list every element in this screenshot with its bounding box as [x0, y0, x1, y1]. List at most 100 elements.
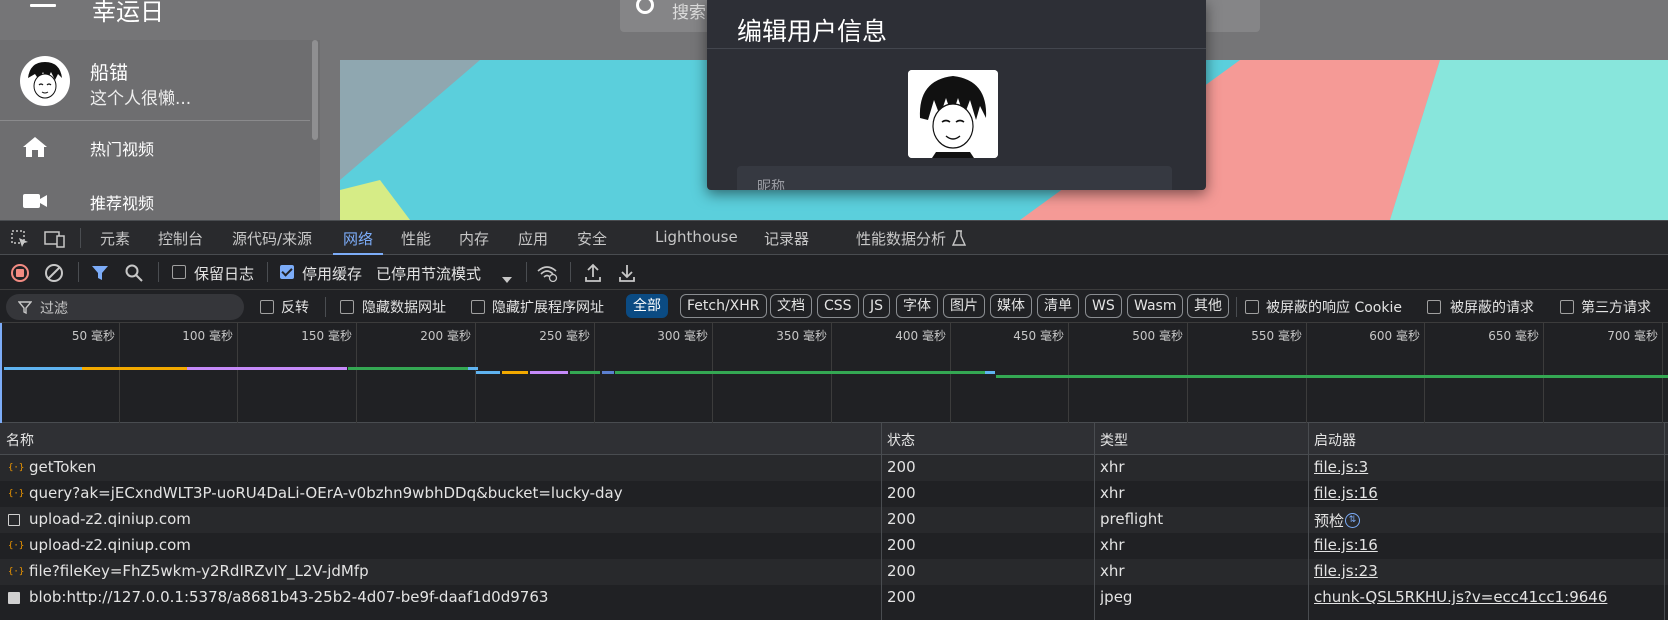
app-title: 幸运日	[92, 0, 164, 26]
filter-icon[interactable]	[91, 264, 109, 286]
search-icon[interactable]	[125, 264, 143, 286]
table-row[interactable]: blob:http://127.0.0.1:5378/a8681b43-25b2…	[0, 585, 1668, 611]
filter-chip-font[interactable]: 字体	[896, 294, 938, 318]
image-icon	[8, 592, 20, 604]
stop-recording-icon[interactable]	[10, 263, 30, 287]
user-signature: 这个人很懒...	[90, 89, 192, 109]
timeline-tick-label: 400 毫秒	[895, 329, 946, 343]
device-toolbar-icon[interactable]	[44, 229, 66, 253]
hide-data-urls-checkbox[interactable]	[340, 300, 354, 314]
filter-chip-ws[interactable]: WS	[1085, 294, 1122, 318]
table-row[interactable]: {·} getToken 200 xhr file.js:3	[0, 455, 1668, 481]
network-conditions-icon[interactable]	[536, 264, 558, 286]
blocked-cookies-label: 被屏蔽的响应 Cookie	[1266, 300, 1402, 316]
timeline-gridline	[1068, 323, 1069, 423]
blocked-requests-checkbox[interactable]	[1427, 300, 1441, 314]
filter-chip-doc[interactable]: 文档	[770, 294, 812, 318]
divider	[80, 228, 81, 248]
column-name[interactable]: 名称	[6, 430, 34, 450]
sidebar-item-hot-videos[interactable]: 热门视频	[0, 126, 310, 166]
nickname-field[interactable]: 昵称	[737, 166, 1172, 190]
column-type[interactable]: 类型	[1100, 430, 1128, 450]
edit-user-dialog: 编辑用户信息 昵称	[707, 0, 1206, 190]
hide-extension-urls-checkbox[interactable]	[471, 300, 485, 314]
avatar[interactable]	[20, 56, 70, 106]
filter-funnel-icon	[17, 300, 33, 319]
preserve-log-checkbox[interactable]	[172, 265, 186, 279]
import-har-icon[interactable]	[584, 263, 602, 287]
network-overview-timeline[interactable]: 50 毫秒 100 毫秒 150 毫秒 200 毫秒 250 毫秒 300 毫秒 350 毫…	[0, 323, 1668, 423]
request-status: 200	[887, 562, 916, 580]
filter-chip-media[interactable]: 媒体	[990, 294, 1032, 318]
menu-icon[interactable]	[30, 0, 56, 10]
avatar-upload[interactable]	[908, 70, 998, 158]
request-type: xhr	[1100, 536, 1125, 554]
tab-network[interactable]: 网络	[343, 228, 373, 249]
request-type: preflight	[1100, 510, 1164, 528]
timeline-tick-label: 100 毫秒	[182, 329, 233, 343]
timeline-gridline	[1424, 323, 1425, 423]
sidebar: 船锚 这个人很懒... 热门视频 推荐视频	[0, 40, 320, 220]
filter-chip-other[interactable]: 其他	[1187, 294, 1229, 318]
request-initiator[interactable]: file.js:16	[1314, 536, 1664, 554]
preflight-info-icon[interactable]: ⇅	[1345, 513, 1360, 528]
request-initiator[interactable]: file.js:16	[1314, 484, 1664, 502]
network-request-table: 名称 状态 类型 启动器 {·} getToken 200 xhr file.js:3{…	[0, 423, 1668, 620]
timeline-tick-label: 650 毫秒	[1488, 329, 1539, 343]
request-type: xhr	[1100, 562, 1125, 580]
video-camera-icon	[22, 190, 48, 212]
tab-performance[interactable]: 性能	[401, 228, 431, 249]
timeline-tick-label: 550 毫秒	[1251, 329, 1302, 343]
divider	[707, 48, 1206, 49]
clear-icon[interactable]	[44, 263, 64, 287]
filter-input[interactable]: 过滤	[6, 294, 244, 320]
invert-checkbox[interactable]	[260, 300, 274, 314]
table-row[interactable]: upload-z2.qiniup.com 200 preflight 预检 ⇅	[0, 507, 1668, 533]
tab-security[interactable]: 安全	[577, 228, 607, 249]
waterfall-bar	[530, 371, 568, 374]
request-initiator: 预检	[1314, 512, 1345, 530]
chevron-down-icon[interactable]	[501, 269, 513, 288]
request-status: 200	[887, 536, 916, 554]
divider	[325, 297, 326, 317]
column-initiator[interactable]: 启动器	[1314, 430, 1356, 450]
table-row[interactable]: {·} file?fileKey=FhZ5wkm-y2RdIRZvIY_L2V-j…	[0, 559, 1668, 585]
filter-chip-manifest[interactable]: 清单	[1037, 294, 1079, 318]
network-toolbar: 保留日志 停用缓存 已停用节流模式	[0, 255, 1668, 290]
throttling-select[interactable]: 已停用节流模式	[376, 263, 481, 284]
filter-bar: 过滤 反转 隐藏数据网址 隐藏扩展程序网址 全部 Fetch/XHR 文档 CS…	[0, 290, 1668, 323]
tab-lighthouse[interactable]: Lighthouse	[655, 228, 738, 246]
request-status: 200	[887, 588, 916, 606]
tab-elements[interactable]: 元素	[100, 228, 130, 249]
filter-chip-img[interactable]: 图片	[943, 294, 985, 318]
request-initiator[interactable]: file.js:23	[1314, 562, 1664, 580]
third-party-checkbox[interactable]	[1560, 300, 1574, 314]
filter-chip-css[interactable]: CSS	[817, 294, 859, 318]
tab-performance-insights[interactable]: 性能数据分析	[856, 228, 946, 249]
sidebar-item-recommended-videos[interactable]: 推荐视频	[0, 180, 310, 220]
waterfall-bar	[985, 371, 995, 374]
disable-cache-checkbox[interactable]	[280, 265, 294, 279]
sidebar-scrollbar[interactable]	[312, 40, 318, 140]
inspect-element-icon[interactable]	[10, 229, 30, 253]
tab-recorder[interactable]: 记录器	[764, 228, 809, 249]
request-status: 200	[887, 510, 916, 528]
tab-console[interactable]: 控制台	[158, 228, 203, 249]
table-row[interactable]: {·} query?ak=jECxndWLT3P-uoRU4DaLi-OErA-v…	[0, 481, 1668, 507]
filter-chip-fetch-xhr[interactable]: Fetch/XHR	[680, 294, 767, 318]
table-row[interactable]: {·} upload-z2.qiniup.com 200 xhr file.js:16	[0, 533, 1668, 559]
column-status[interactable]: 状态	[887, 430, 915, 450]
request-initiator[interactable]: chunk-QSL5RKHU.js?v=ecc41cc1:9646	[1314, 588, 1664, 606]
column-divider	[1094, 423, 1095, 620]
request-initiator[interactable]: file.js:3	[1314, 458, 1664, 476]
waterfall-bar	[570, 371, 600, 374]
filter-chip-wasm[interactable]: Wasm	[1127, 294, 1184, 318]
tab-memory[interactable]: 内存	[459, 228, 489, 249]
filter-chip-js[interactable]: JS	[863, 294, 891, 318]
tab-application[interactable]: 应用	[518, 228, 548, 249]
waterfall-bar	[602, 371, 614, 374]
export-har-icon[interactable]	[618, 263, 636, 287]
filter-chip-all[interactable]: 全部	[626, 294, 668, 318]
blocked-cookies-checkbox[interactable]	[1245, 300, 1259, 314]
tab-sources[interactable]: 源代码/来源	[232, 228, 312, 249]
